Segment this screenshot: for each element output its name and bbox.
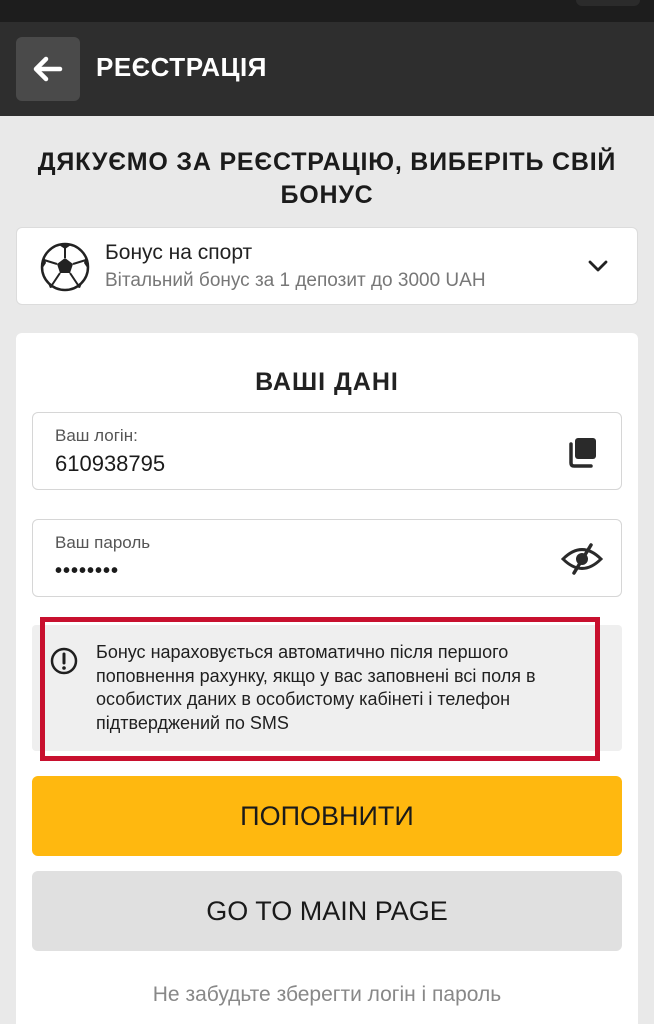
user-data-title: ВАШІ ДАНІ [255, 368, 399, 396]
thanks-heading: ДЯКУЄМО ЗА РЕЄСТРАЦІЮ, ВИБЕРІТЬ СВІЙ БОН… [37, 148, 617, 209]
eye-slash-icon[interactable] [561, 542, 603, 576]
page-title: РЕЄСТРАЦІЯ [96, 52, 267, 82]
status-bar-element [576, 0, 640, 6]
password-field[interactable]: Ваш пароль •••••••• [32, 519, 622, 597]
bonus-title: Бонус на спорт [105, 241, 253, 264]
reminder-text: Не забудьте зберегти логін і пароль [152, 983, 502, 1006]
password-value: •••••••• [55, 560, 120, 582]
bonus-subtitle: Вітальний бонус за 1 депозит до 3000 UAH [105, 270, 486, 291]
info-circle-icon [50, 647, 78, 675]
password-label: Ваш пароль [55, 533, 151, 552]
topup-button[interactable]: ПОПОВНИТИ [32, 776, 622, 856]
chevron-down-icon [588, 260, 608, 272]
login-label: Ваш логін: [55, 426, 138, 445]
login-value: 610938795 [55, 451, 166, 476]
copy-icon[interactable] [565, 435, 599, 469]
app-header: РЕЄСТРАЦІЯ [0, 22, 654, 116]
notice-text: Бонус нараховується автоматично після пе… [96, 642, 536, 733]
login-field[interactable]: Ваш логін: 610938795 [32, 412, 622, 490]
bonus-selector[interactable]: Бонус на спорт Вітальний бонус за 1 депо… [16, 227, 638, 305]
arrow-left-icon [33, 56, 63, 82]
main-page-button[interactable]: GO TO MAIN PAGE [32, 871, 622, 951]
status-bar [0, 0, 654, 22]
soccer-ball-icon [40, 242, 90, 292]
back-button[interactable] [16, 37, 80, 101]
user-data-card: ВАШІ ДАНІ Ваш логін: 610938795 Ваш парол… [16, 333, 638, 1024]
